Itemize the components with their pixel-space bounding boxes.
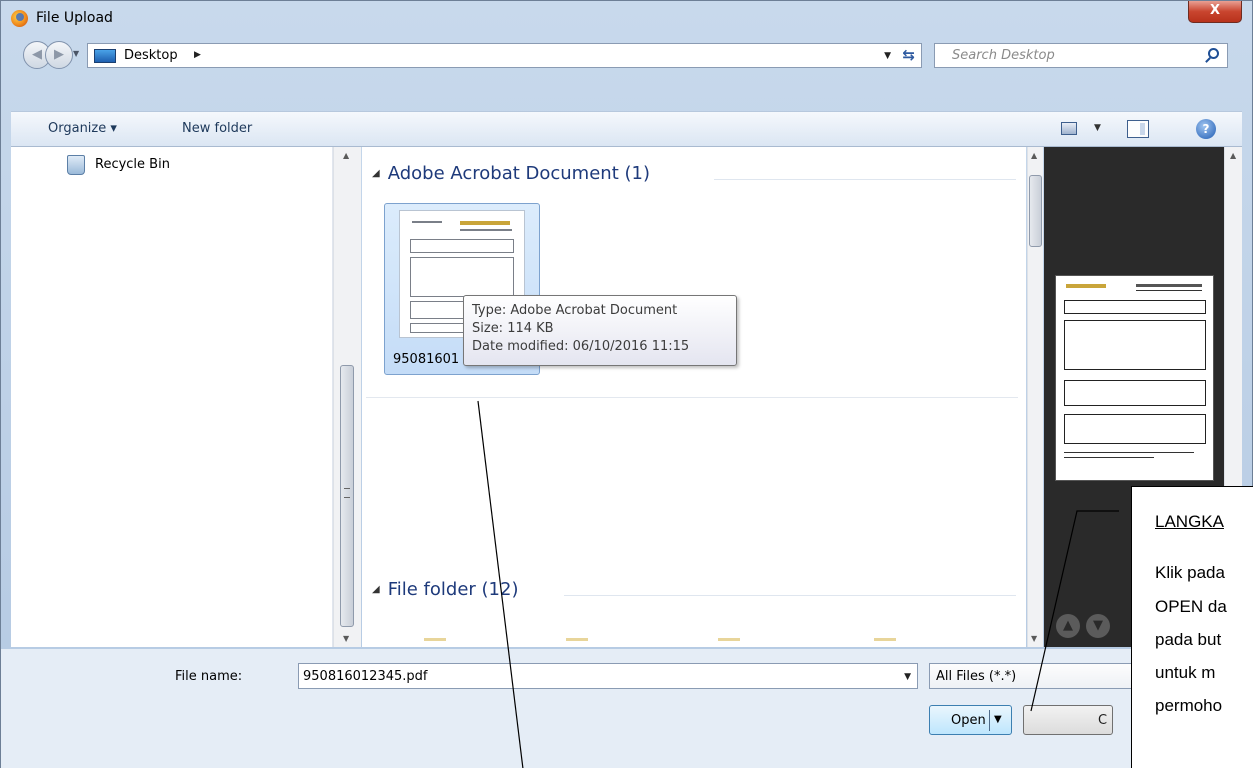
file-name-field[interactable]: 950816012345.pdf ▼ bbox=[298, 663, 918, 689]
address-dropdown-icon[interactable]: ▼ bbox=[884, 51, 891, 61]
callout-line-5: permoho bbox=[1155, 696, 1223, 715]
group-header-pdf[interactable]: ◢ Adobe Acrobat Document (1) bbox=[372, 163, 650, 184]
navigation-scrollbar[interactable]: ▲ ▼ bbox=[333, 147, 361, 647]
close-button[interactable]: X bbox=[1188, 1, 1242, 23]
scroll-up-icon[interactable]: ▲ bbox=[1230, 151, 1236, 160]
collapse-triangle-icon[interactable]: ◢ bbox=[372, 584, 380, 595]
new-folder-button[interactable]: New folder bbox=[182, 121, 252, 136]
file-name-value: 950816012345.pdf bbox=[303, 669, 428, 684]
nav-item-recycle-bin[interactable]: Recycle Bin bbox=[95, 157, 170, 172]
change-view-icon[interactable] bbox=[1061, 122, 1077, 135]
file-type-value: All Files (*.*) bbox=[936, 669, 1017, 684]
file-info-tooltip: Type: Adobe Acrobat Document Size: 114 K… bbox=[463, 295, 737, 366]
file-list-scroll-thumb[interactable] bbox=[1029, 175, 1042, 247]
tooltip-size: Size: 114 KB bbox=[472, 321, 554, 336]
search-input[interactable] bbox=[935, 44, 1195, 67]
back-arrow-icon: ◀ bbox=[32, 47, 42, 62]
folder-icon[interactable] bbox=[424, 638, 446, 641]
scroll-down-icon[interactable]: ▼ bbox=[1031, 634, 1037, 643]
open-dropdown-icon[interactable]: ▼ bbox=[994, 714, 1002, 725]
folder-icon[interactable] bbox=[718, 638, 740, 641]
open-button[interactable]: Open ▼ bbox=[929, 705, 1012, 735]
title-bar: File Upload X bbox=[1, 1, 1252, 35]
breadcrumb-arrow-icon[interactable]: ▶ bbox=[194, 50, 201, 60]
cancel-button[interactable]: C bbox=[1023, 705, 1113, 735]
group-divider bbox=[714, 179, 1016, 180]
callout-line-2: OPEN da bbox=[1155, 597, 1227, 616]
forward-arrow-icon: ▶ bbox=[54, 47, 64, 62]
window-title: File Upload bbox=[36, 10, 113, 26]
address-bar[interactable]: Desktop ▶ ▼ ⇆ bbox=[87, 43, 922, 68]
scroll-down-icon[interactable]: ▼ bbox=[343, 634, 349, 643]
file-list-pane: ◢ Adobe Acrobat Document (1) 95081601 ◢ Fi… bbox=[362, 147, 1026, 647]
navigation-scroll-thumb[interactable] bbox=[340, 365, 354, 627]
organize-menu[interactable]: Organize ▾ bbox=[48, 121, 117, 136]
group-header-folders-label: File folder (12) bbox=[387, 579, 519, 600]
instruction-callout: LANGKA Klik pada OPEN da pada but untuk … bbox=[1131, 486, 1253, 768]
forward-button[interactable]: ▶ bbox=[45, 41, 73, 69]
search-icon[interactable] bbox=[1208, 48, 1219, 59]
desktop-icon bbox=[94, 49, 116, 63]
recent-pages-dropdown-icon[interactable]: ▼ bbox=[73, 49, 79, 58]
scroll-up-icon[interactable]: ▲ bbox=[343, 151, 349, 160]
callout-line-1: Klik pada bbox=[1155, 563, 1225, 582]
pdf-preview-page bbox=[1055, 275, 1214, 481]
file-name-label: File name: bbox=[175, 669, 243, 684]
preview-down-icon[interactable]: ▼ bbox=[1086, 614, 1110, 638]
scroll-up-icon[interactable]: ▲ bbox=[1031, 151, 1037, 160]
firefox-icon bbox=[11, 10, 28, 27]
callout-heading: LANGKA bbox=[1155, 512, 1224, 531]
callout-line-3: pada but bbox=[1155, 630, 1222, 649]
folder-icon[interactable] bbox=[566, 638, 588, 641]
file-name-dropdown-icon[interactable]: ▼ bbox=[904, 672, 911, 682]
view-dropdown-icon[interactable]: ▼ bbox=[1094, 123, 1101, 133]
tooltip-date: Date modified: 06/10/2016 11:15 bbox=[472, 339, 690, 354]
tooltip-type: Type: Adobe Acrobat Document bbox=[472, 303, 678, 318]
open-split-divider bbox=[989, 710, 990, 731]
recycle-bin-icon bbox=[67, 155, 85, 175]
file-upload-dialog: File Upload X ◀ ▶ ▼ Desktop ▶ ▼ ⇆ Organi… bbox=[0, 0, 1253, 768]
group-header-folders[interactable]: ◢ File folder (12) bbox=[372, 579, 518, 600]
preview-up-icon[interactable]: ▲ bbox=[1056, 614, 1080, 638]
file-name-label: 95081601 bbox=[393, 352, 460, 367]
file-list-scrollbar[interactable]: ▲ ▼ bbox=[1027, 147, 1043, 647]
address-row: ◀ ▶ ▼ Desktop ▶ ▼ ⇆ bbox=[1, 35, 1252, 75]
command-bar: Organize ▾ New folder ▼ ? bbox=[11, 111, 1242, 147]
search-box[interactable] bbox=[934, 43, 1228, 68]
callout-line-4: untuk m bbox=[1155, 663, 1216, 682]
group-divider bbox=[564, 595, 1016, 596]
divider bbox=[366, 397, 1018, 398]
open-button-label: Open bbox=[951, 713, 986, 728]
breadcrumb-desktop[interactable]: Desktop bbox=[124, 48, 178, 63]
cancel-button-label: C bbox=[1098, 713, 1108, 728]
refresh-icon[interactable]: ⇆ bbox=[902, 46, 915, 64]
collapse-triangle-icon[interactable]: ◢ bbox=[372, 168, 380, 179]
navigation-pane: Recycle Bin bbox=[11, 147, 333, 647]
folder-icon[interactable] bbox=[874, 638, 896, 641]
help-icon[interactable]: ? bbox=[1196, 119, 1216, 139]
group-header-pdf-label: Adobe Acrobat Document (1) bbox=[387, 163, 650, 184]
preview-pane-icon[interactable] bbox=[1127, 120, 1149, 138]
bottom-panel: File name: 950816012345.pdf ▼ All Files … bbox=[1, 649, 1252, 768]
